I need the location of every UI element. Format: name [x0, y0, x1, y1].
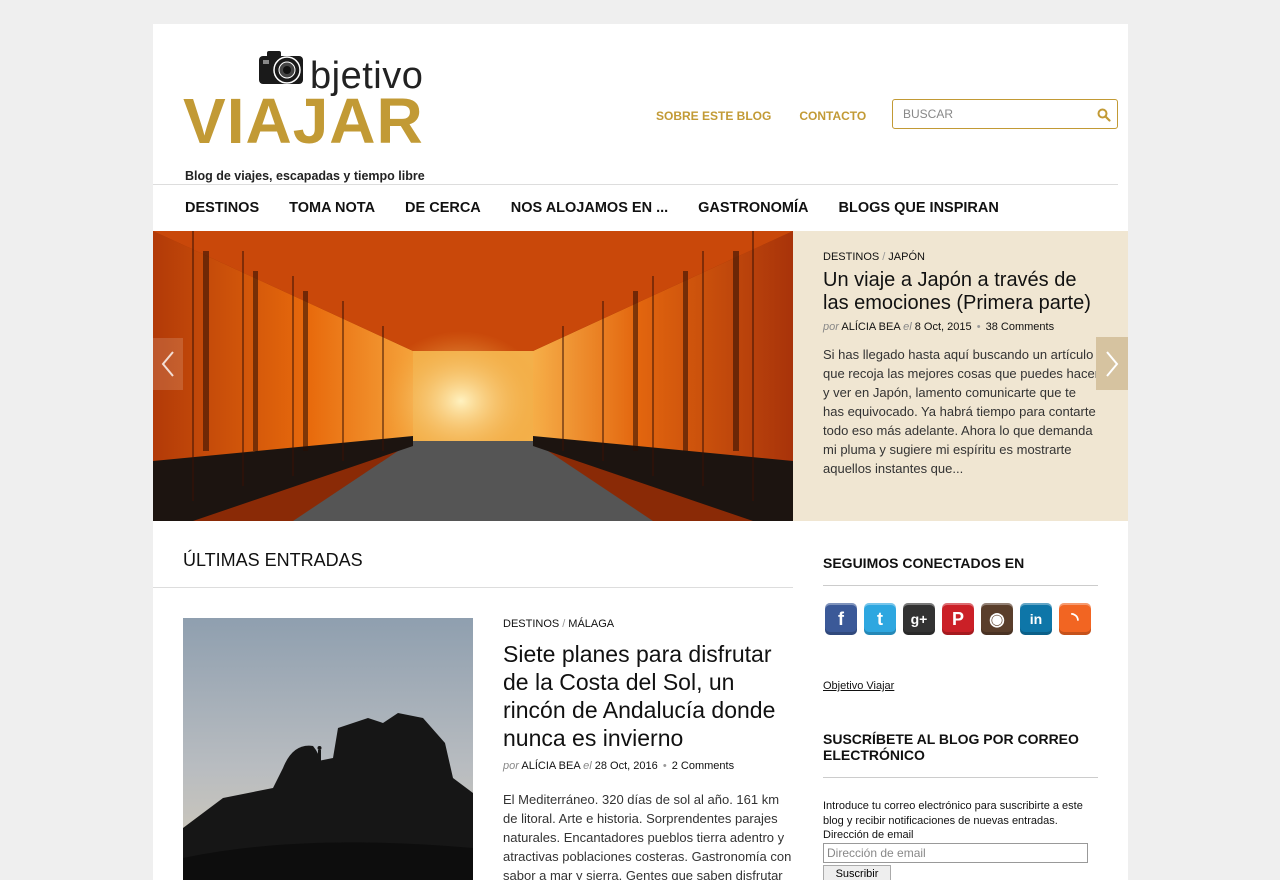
google-plus-icon[interactable]: g+: [903, 603, 935, 635]
comments-link[interactable]: 38 Comments: [986, 321, 1054, 333]
social-icons: f t g+ P ◉ in ◝: [823, 603, 1098, 635]
slider-prev-button[interactable]: [153, 338, 183, 390]
top-links: SOBRE ESTE BLOG CONTACTO: [656, 109, 866, 123]
sidebar: SEGUIMOS CONECTADOS EN f t g+ P ◉ in ◝ Objetiv…: [823, 544, 1098, 880]
widget-divider: [823, 585, 1098, 586]
email-field[interactable]: [823, 843, 1088, 863]
email-label: Dirección de email: [823, 829, 914, 841]
rss-icon[interactable]: ◝: [1059, 603, 1091, 635]
linkedin-icon[interactable]: in: [1020, 603, 1052, 635]
nav-destinos[interactable]: DESTINOS: [185, 200, 259, 216]
camera-icon: [259, 51, 303, 84]
slider-next-button[interactable]: [1096, 337, 1128, 390]
author-link[interactable]: ALÍCIA BEA: [521, 760, 580, 772]
category-link[interactable]: JAPÓN: [888, 251, 925, 263]
brand-main-text: VIAJAR: [183, 85, 424, 157]
post-date: 8 Oct, 2015: [914, 321, 972, 333]
about-link[interactable]: SOBRE ESTE BLOG: [656, 109, 771, 123]
search-icon[interactable]: [1097, 108, 1111, 122]
search-input[interactable]: [893, 100, 1083, 128]
latest-post: DESTINOS / MÁLAGA Siete planes para disfru…: [503, 618, 793, 880]
featured-excerpt: Si has llegado hasta aquí buscando un ar…: [823, 347, 1100, 476]
facebook-icon[interactable]: f: [825, 603, 857, 635]
main-nav: DESTINOS TOMA NOTA DE CERCA NOS ALOJAMOS…: [185, 200, 999, 216]
page: bjetivo VIAJAR Blog de viajes, escapadas…: [153, 24, 1128, 880]
featured-slider: DESTINOS / JAPÓN Un viaje a Japón a través…: [153, 231, 1128, 521]
category-link[interactable]: DESTINOS: [823, 251, 879, 263]
featured-title[interactable]: Un viaje a Japón a través de las emocion…: [823, 269, 1098, 315]
post-thumbnail[interactable]: [183, 618, 473, 880]
contact-link[interactable]: CONTACTO: [799, 109, 866, 123]
featured-categories: DESTINOS / JAPÓN: [823, 251, 925, 263]
subscribe-text: Introduce tu correo electrónico para sus…: [823, 800, 1083, 827]
search-box: [892, 99, 1118, 129]
category-link[interactable]: DESTINOS: [503, 618, 559, 630]
nav-blogs[interactable]: BLOGS QUE INSPIRAN: [839, 200, 999, 216]
chevron-right-icon: [1106, 350, 1119, 377]
latest-divider: [153, 587, 793, 588]
header-divider: [153, 184, 1118, 185]
nav-gastronomia[interactable]: GASTRONOMÍA: [698, 200, 808, 216]
connect-title: SEGUIMOS CONECTADOS EN: [823, 555, 1025, 571]
featured-meta: por ALÍCIA BEA el 8 Oct, 2015 • 38 Comme…: [823, 321, 1055, 333]
post-excerpt: El Mediterráneo. 320 días de sol al año.…: [503, 792, 792, 880]
featured-image[interactable]: [153, 231, 793, 521]
instagram-icon[interactable]: ◉: [981, 603, 1013, 635]
category-link[interactable]: MÁLAGA: [568, 618, 614, 630]
post-meta: por ALÍCIA BEA el 28 Oct, 2016 • 2 Comme…: [503, 760, 735, 772]
subscribe-title: SUSCRÍBETE AL BLOG POR CORREO ELECTRÓNIC…: [823, 731, 1079, 763]
blog-link[interactable]: Objetivo Viajar: [823, 680, 1098, 692]
author-link[interactable]: ALÍCIA BEA: [841, 321, 900, 333]
subscribe-button[interactable]: Suscribir: [823, 865, 891, 880]
twitter-icon[interactable]: t: [864, 603, 896, 635]
chevron-left-icon: [161, 351, 174, 377]
post-categories: DESTINOS / MÁLAGA: [503, 618, 615, 630]
pinterest-icon[interactable]: P: [942, 603, 974, 635]
post-title[interactable]: Siete planes para disfrutar de la Costa …: [503, 640, 793, 752]
nav-nos-alojamos[interactable]: NOS ALOJAMOS EN ...: [511, 200, 668, 216]
nav-de-cerca[interactable]: DE CERCA: [405, 200, 481, 216]
nav-toma-nota[interactable]: TOMA NOTA: [289, 200, 375, 216]
latest-section-title: ÚLTIMAS ENTRADAS: [183, 550, 363, 570]
comments-link[interactable]: 2 Comments: [672, 760, 734, 772]
site-logo[interactable]: bjetivo VIAJAR Blog de viajes, escapadas…: [183, 46, 433, 183]
tagline: Blog de viajes, escapadas y tiempo libre: [185, 169, 425, 183]
post-date: 28 Oct, 2016: [594, 760, 658, 772]
widget-divider: [823, 777, 1098, 778]
featured-panel: DESTINOS / JAPÓN Un viaje a Japón a través…: [793, 231, 1128, 521]
